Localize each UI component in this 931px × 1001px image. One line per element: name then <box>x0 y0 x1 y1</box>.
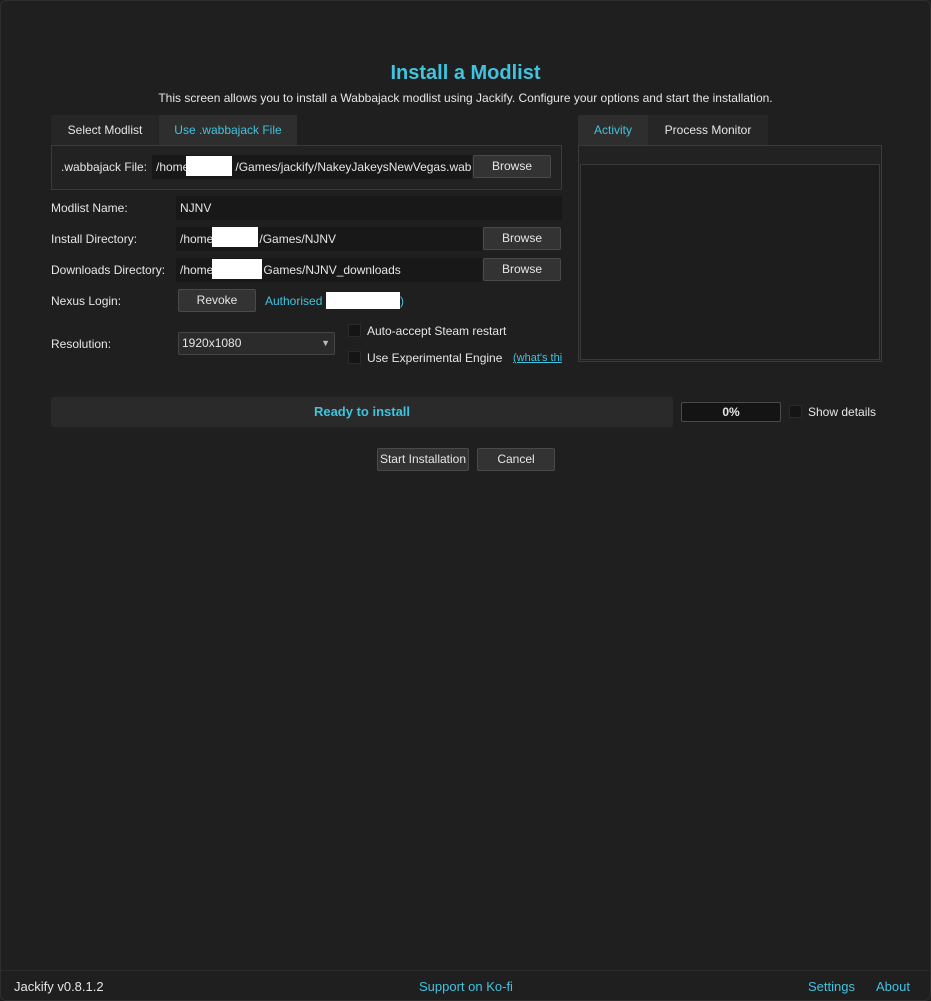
activity-list <box>580 164 880 360</box>
path-rest: /Games/NJNV <box>259 232 337 246</box>
path-prefix: /home <box>180 263 214 277</box>
resolution-select[interactable]: 1920x1080 ▼ <box>178 332 335 355</box>
experimental-engine-label: Use Experimental Engine <box>367 351 503 365</box>
progress-bar: 0% <box>681 402 781 422</box>
auto-accept-label: Auto-accept Steam restart <box>367 324 507 338</box>
chevron-down-icon: ▼ <box>321 338 330 348</box>
show-details-label: Show details <box>808 405 877 419</box>
version-label: Jackify v0.8.1.2 <box>14 979 104 994</box>
cancel-button[interactable]: Cancel <box>477 448 555 471</box>
redacted-username <box>326 292 400 309</box>
redacted-username <box>212 227 258 247</box>
authorised-suffix: ) <box>400 294 404 308</box>
install-directory-label: Install Directory: <box>51 232 138 246</box>
path-prefix: /home <box>156 160 190 174</box>
tab-process-monitor[interactable]: Process Monitor <box>648 115 768 145</box>
status-bar: Ready to install <box>51 397 673 427</box>
resolution-value: 1920x1080 <box>182 336 242 350</box>
downloads-directory-label: Downloads Directory: <box>51 263 166 277</box>
page-subtitle: This screen allows you to install a Wabb… <box>158 91 773 105</box>
whats-this-link[interactable]: (what's thi <box>513 352 562 364</box>
footer-divider <box>1 970 930 971</box>
nexus-login-label: Nexus Login: <box>51 294 122 308</box>
wabbajack-file-label: .wabbajack File: <box>61 160 148 174</box>
modlist-name-input[interactable]: NJNV <box>176 196 562 220</box>
page-title: Install a Modlist <box>390 62 541 84</box>
app-window: Install a Modlist This screen allows you… <box>0 0 931 1001</box>
resolution-label: Resolution: <box>51 337 112 351</box>
tab-activity[interactable]: Activity <box>578 115 648 145</box>
tab-use-wabbajack-file[interactable]: Use .wabbajack File <box>159 115 297 145</box>
path-rest: /Games/jackify/NakeyJakeysNewVegas.wabba… <box>235 160 472 174</box>
modlist-name-label: Modlist Name: <box>51 201 128 215</box>
path-rest: Games/NJNV_downloads <box>263 263 401 277</box>
start-installation-button[interactable]: Start Installation <box>377 448 469 471</box>
experimental-engine-checkbox[interactable] <box>348 351 361 364</box>
install-directory-browse-button[interactable]: Browse <box>483 227 561 250</box>
redacted-username <box>186 156 232 176</box>
wabbajack-browse-button[interactable]: Browse <box>473 155 551 178</box>
authorised-status: Authorised <box>265 294 323 308</box>
settings-link[interactable]: Settings <box>808 979 855 994</box>
support-kofi-link[interactable]: Support on Ko-fi <box>419 979 513 994</box>
path-prefix: /home <box>180 232 214 246</box>
revoke-button[interactable]: Revoke <box>178 289 256 312</box>
auto-accept-checkbox[interactable] <box>348 324 361 337</box>
show-details-checkbox[interactable] <box>789 405 802 418</box>
redacted-username <box>212 259 262 279</box>
tab-select-modlist[interactable]: Select Modlist <box>51 115 159 145</box>
about-link[interactable]: About <box>876 979 910 994</box>
downloads-directory-browse-button[interactable]: Browse <box>483 258 561 281</box>
